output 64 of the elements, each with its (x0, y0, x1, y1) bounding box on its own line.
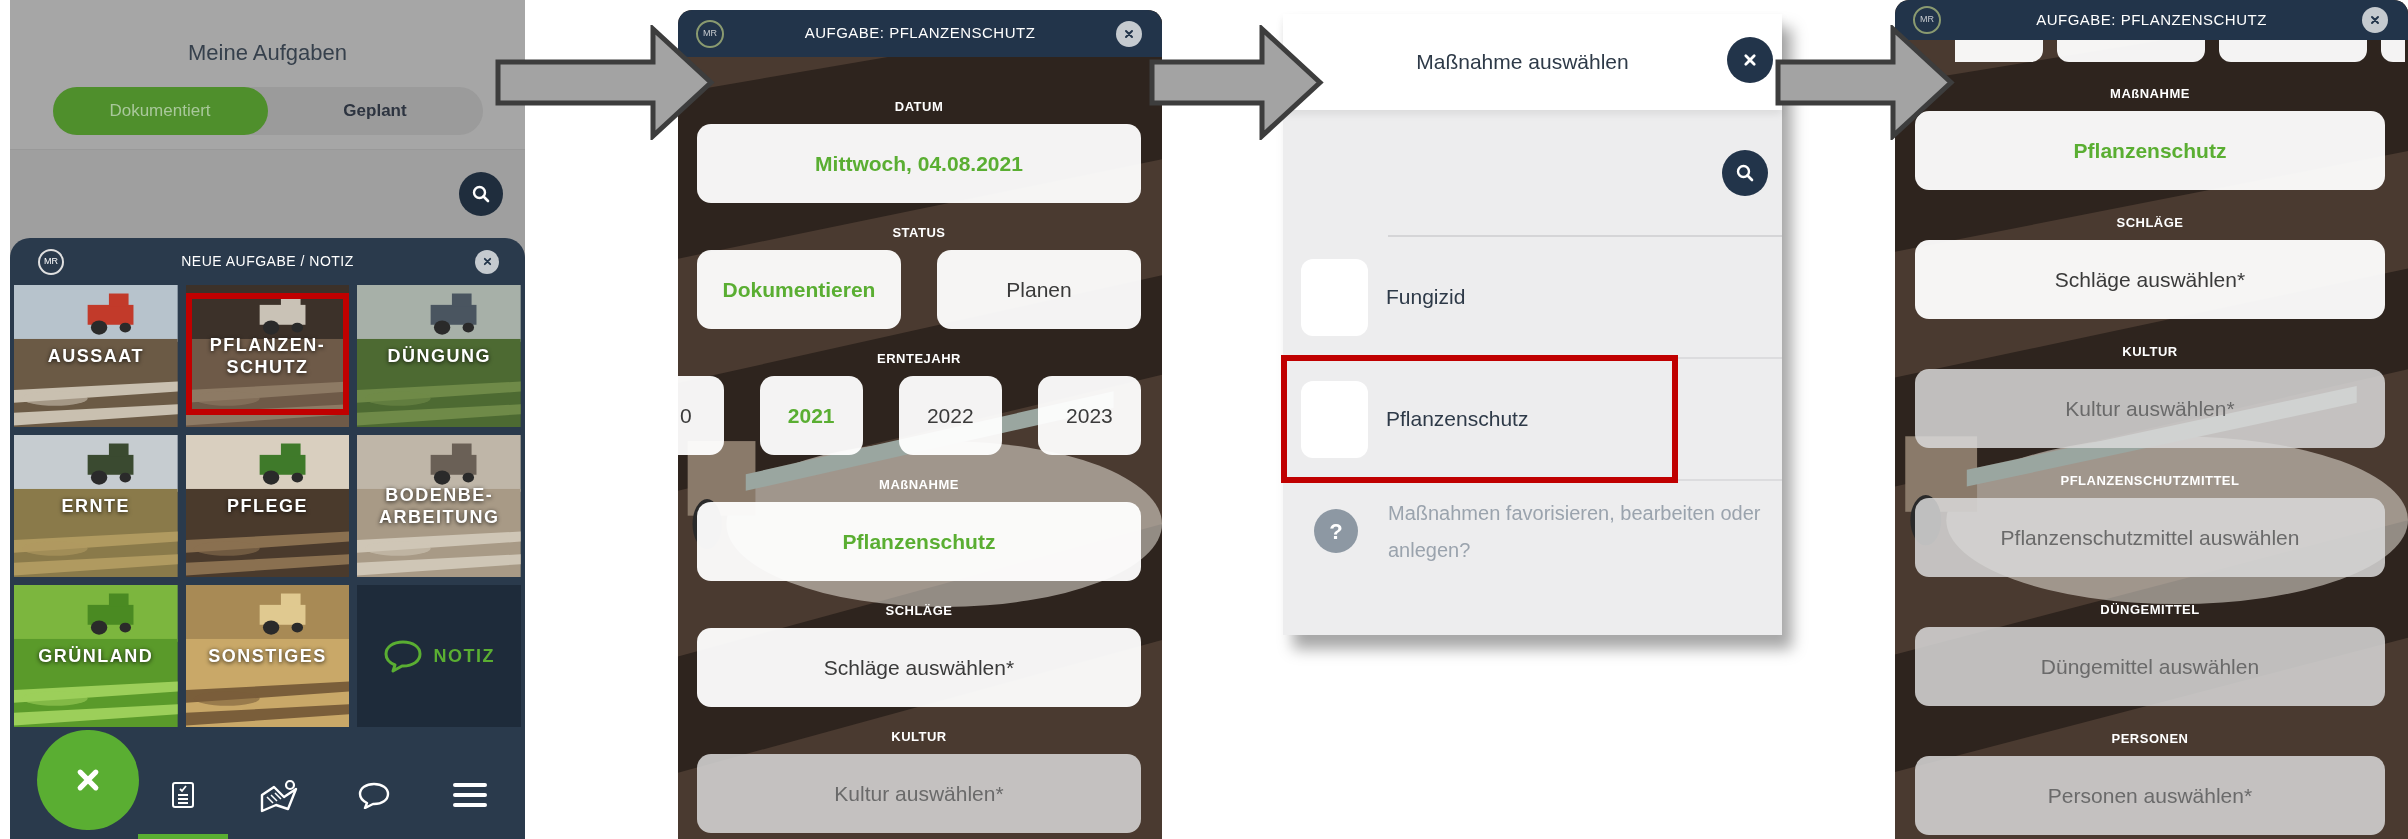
option-button[interactable] (2381, 40, 2405, 62)
tab[interactable]: Dokumentiert (52, 87, 268, 135)
field-label: STATUS (892, 225, 946, 241)
tab[interactable]: Geplant (267, 87, 483, 135)
list-item[interactable]: Pflanzenschutz (1283, 359, 1782, 481)
field-label: SCHLÄGE (2116, 215, 2184, 231)
category-tile[interactable]: GRÜNLAND (14, 585, 178, 727)
close-icon (1743, 53, 1757, 67)
search-button[interactable] (1722, 149, 1768, 196)
speech-bubble-icon (383, 639, 424, 673)
select-field[interactable]: Schläge auswählen* (1915, 240, 2385, 319)
select-field[interactable]: Schläge auswählen* (697, 628, 1141, 707)
category-tile[interactable]: PFLEGE (185, 435, 350, 577)
option-button[interactable]: 0 (678, 376, 724, 455)
category-tile[interactable]: AUSSAAT (14, 285, 178, 427)
close-button[interactable] (475, 249, 499, 274)
select-field[interactable]: Mittwoch, 04.08.2021 (697, 124, 1141, 203)
screen-title: AUFGABE: PFLANZENSCHUTZ (804, 23, 1036, 44)
category-tile[interactable]: PFLANZEN-SCHUTZ (185, 285, 350, 427)
category-tile[interactable]: SONSTIGES (185, 585, 350, 727)
close-icon (2370, 15, 2380, 25)
option-button[interactable]: 2023 (1037, 376, 1141, 455)
close-icon (1124, 28, 1134, 39)
field-label: DÜNGEMITTEL (2100, 602, 2200, 618)
field-label: PFLANZENSCHUTZMITTEL (2060, 473, 2240, 489)
app-logo: MR (1913, 6, 1941, 34)
category-tile[interactable]: BODENBE-ARBEITUNG (357, 435, 521, 577)
field-label: KULTUR (2122, 344, 2178, 360)
note-tile[interactable]: NOTIZ (357, 585, 521, 727)
speech-bubble-icon (357, 780, 392, 809)
category-tile[interactable]: DÜNGUNG (357, 285, 521, 427)
option-button[interactable]: 2021 (759, 376, 863, 455)
field-label: PERSONEN (2111, 731, 2189, 747)
option-button[interactable]: 2022 (898, 376, 1002, 455)
option-button[interactable]: Dokumentieren (697, 250, 901, 329)
category-tile[interactable]: ERNTE (14, 435, 178, 577)
search-button[interactable] (459, 172, 503, 216)
close-button[interactable] (1727, 37, 1773, 83)
field-label: ERNTEJAHR (877, 351, 961, 367)
clipboard-icon (171, 780, 195, 809)
search-icon (1735, 162, 1755, 183)
close-icon (75, 767, 101, 793)
close-icon (482, 257, 492, 266)
close-button[interactable] (2362, 7, 2388, 33)
field-label: MAßNAHME (2110, 86, 2190, 102)
help-icon: ? (1314, 509, 1358, 553)
search-icon (471, 184, 491, 204)
menu-icon (452, 781, 487, 808)
screen-title: AUFGABE: PFLANZENSCHUTZ (2036, 9, 2267, 30)
field-label: DATUM (894, 99, 944, 115)
app-logo: MR (38, 248, 64, 275)
sheet-title: NEUE AUFGABE / NOTIZ (181, 252, 354, 271)
app-logo: MR (696, 19, 724, 48)
help-link[interactable]: Maßnahmen favorisieren, bearbeiten oder anlegen? (1388, 495, 1768, 569)
page-title: Meine Aufgaben (188, 39, 347, 67)
list-item[interactable]: Fungizid (1283, 237, 1782, 359)
select-field[interactable]: Pflanzenschutz (1915, 111, 2385, 190)
close-button[interactable] (1116, 20, 1142, 47)
dialog-title: Maßnahme auswählen (1416, 49, 1630, 76)
field-label: MAßNAHME (879, 477, 959, 493)
field-label: KULTUR (891, 729, 947, 745)
option-button[interactable]: Planen (937, 250, 1141, 329)
field-label: SCHLÄGE (885, 603, 953, 619)
select-field[interactable]: Pflanzenschutz (697, 502, 1141, 581)
